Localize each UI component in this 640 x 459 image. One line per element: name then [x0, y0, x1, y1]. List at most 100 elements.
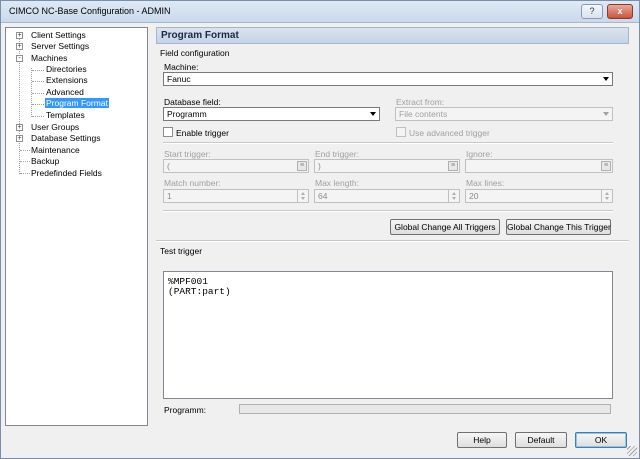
- close-button[interactable]: x: [607, 4, 633, 19]
- tree-item-client-settings[interactable]: Client Settings: [31, 30, 86, 41]
- tree-item-label: Machines: [31, 53, 68, 63]
- edit-icon[interactable]: ≡: [297, 161, 307, 171]
- tree-item-backup[interactable]: Backup: [31, 156, 59, 167]
- max-lines-label: Max lines:: [466, 178, 505, 188]
- use-advanced-trigger-label: Use advanced trigger: [409, 128, 490, 138]
- enable-trigger-label: Enable trigger: [176, 128, 229, 138]
- expander-icon[interactable]: +: [16, 135, 23, 142]
- tree-item-extensions[interactable]: Extensions: [46, 75, 88, 86]
- max-lines-value: 20: [469, 191, 479, 201]
- help-title-button[interactable]: ?: [581, 4, 603, 19]
- tree-item-label: Directories: [46, 64, 87, 74]
- tree-connector: [20, 161, 30, 162]
- start-trigger-input[interactable]: ( ≡: [163, 159, 309, 173]
- page-header: Program Format: [156, 27, 629, 44]
- start-trigger-label: Start trigger:: [164, 149, 211, 159]
- tree-connector: [32, 116, 44, 117]
- tree-item-database-settings[interactable]: Database Settings: [31, 133, 100, 144]
- collapser-icon[interactable]: -: [16, 55, 23, 62]
- tree-item-directories[interactable]: Directories: [46, 64, 87, 75]
- tree-item-templates[interactable]: Templates: [46, 110, 85, 121]
- match-number-stepper[interactable]: 1: [163, 189, 309, 203]
- tree-item-label: Templates: [46, 110, 85, 120]
- database-field-select-value: Programm: [167, 109, 207, 119]
- max-length-value: 64: [318, 191, 328, 201]
- page-title: Program Format: [161, 30, 239, 41]
- tree-connector: [20, 173, 30, 174]
- global-change-all-triggers-button[interactable]: Global Change All Triggers: [390, 219, 500, 235]
- edit-icon[interactable]: ≡: [601, 161, 611, 171]
- max-length-stepper[interactable]: 64: [314, 189, 460, 203]
- test-trigger-label: Test trigger: [160, 246, 203, 256]
- database-field-select[interactable]: Programm: [163, 107, 380, 121]
- chevron-down-icon: [370, 112, 376, 116]
- title-bar: CIMCO NC-Base Configuration - ADMIN ? x: [1, 1, 639, 23]
- match-number-label: Match number:: [164, 178, 221, 188]
- tree-item-machines[interactable]: Machines: [31, 53, 67, 64]
- tree-connector: [32, 81, 44, 82]
- machine-label: Machine:: [164, 62, 199, 72]
- start-trigger-value: (: [167, 161, 170, 171]
- ignore-label: Ignore:: [466, 149, 493, 159]
- ignore-input[interactable]: ≡: [465, 159, 613, 173]
- tree-item-label: Program Format: [45, 98, 109, 108]
- expander-icon[interactable]: +: [16, 124, 23, 131]
- tree-item-label: Server Settings: [31, 41, 90, 51]
- tree-item-label: Database Settings: [31, 133, 101, 143]
- max-length-label: Max length:: [315, 178, 359, 188]
- expander-icon[interactable]: +: [16, 43, 23, 50]
- tree-connector: [32, 104, 44, 105]
- tree-item-maintenance[interactable]: Maintenance: [31, 145, 80, 156]
- ok-button[interactable]: OK: [575, 432, 627, 448]
- tree-item-label: Maintenance: [31, 145, 80, 155]
- tree-item-predefined-fields[interactable]: Predefinded Fields: [31, 168, 102, 179]
- divider: [156, 240, 629, 242]
- tree-item-label: Advanced: [46, 87, 84, 97]
- extract-from-select-value: File contents: [399, 109, 448, 119]
- spin-arrows-icon[interactable]: [448, 190, 459, 202]
- settings-tree[interactable]: + Client Settings + Server Settings - Ma…: [5, 27, 148, 426]
- tree-connector: [20, 150, 30, 151]
- help-button[interactable]: Help: [457, 432, 507, 448]
- global-change-this-trigger-button[interactable]: Global Change This Trigger: [506, 219, 611, 235]
- tree-connector: [32, 93, 44, 94]
- tree-item-label: Client Settings: [31, 30, 86, 40]
- chevron-down-icon: [603, 77, 609, 81]
- machine-select[interactable]: Fanuc: [163, 72, 613, 86]
- end-trigger-label: End trigger:: [315, 149, 359, 159]
- use-advanced-trigger-checkbox[interactable]: [396, 127, 406, 137]
- extract-from-select[interactable]: File contents: [395, 107, 613, 121]
- tree-connector: [32, 70, 44, 71]
- default-button[interactable]: Default: [515, 432, 567, 448]
- window-title: CIMCO NC-Base Configuration - ADMIN: [9, 6, 171, 16]
- max-lines-stepper[interactable]: 20: [465, 189, 613, 203]
- resize-grip-icon[interactable]: [627, 446, 637, 456]
- tree-item-label: Predefinded Fields: [31, 168, 102, 178]
- end-trigger-value: ): [318, 161, 321, 171]
- machine-select-value: Fanuc: [167, 74, 191, 84]
- tree-item-program-format[interactable]: Program Format: [45, 98, 109, 109]
- tree-item-label: User Groups: [31, 122, 80, 132]
- spin-arrows-icon[interactable]: [297, 190, 308, 202]
- enable-trigger-checkbox[interactable]: [163, 127, 173, 137]
- expander-icon[interactable]: +: [16, 32, 23, 39]
- extract-from-label: Extract from:: [396, 97, 445, 107]
- programm-result-field: [239, 404, 611, 414]
- database-field-label: Database field:: [164, 97, 221, 107]
- divider: [163, 142, 613, 144]
- chevron-down-icon: [603, 112, 609, 116]
- edit-icon[interactable]: ≡: [448, 161, 458, 171]
- tree-item-advanced[interactable]: Advanced: [46, 87, 84, 98]
- end-trigger-input[interactable]: ) ≡: [314, 159, 460, 173]
- field-configuration-group-label: Field configuration: [160, 48, 230, 58]
- test-trigger-textarea[interactable]: %MPF001 (PART:part): [163, 271, 613, 399]
- match-number-value: 1: [167, 191, 172, 201]
- tree-item-user-groups[interactable]: User Groups: [31, 122, 79, 133]
- tree-item-label: Extensions: [46, 75, 88, 85]
- tree-item-server-settings[interactable]: Server Settings: [31, 41, 89, 52]
- config-window: CIMCO NC-Base Configuration - ADMIN ? x …: [0, 0, 640, 459]
- spin-arrows-icon[interactable]: [601, 190, 612, 202]
- divider: [163, 210, 613, 212]
- tree-item-label: Backup: [31, 156, 60, 166]
- programm-result-label: Programm:: [164, 405, 207, 415]
